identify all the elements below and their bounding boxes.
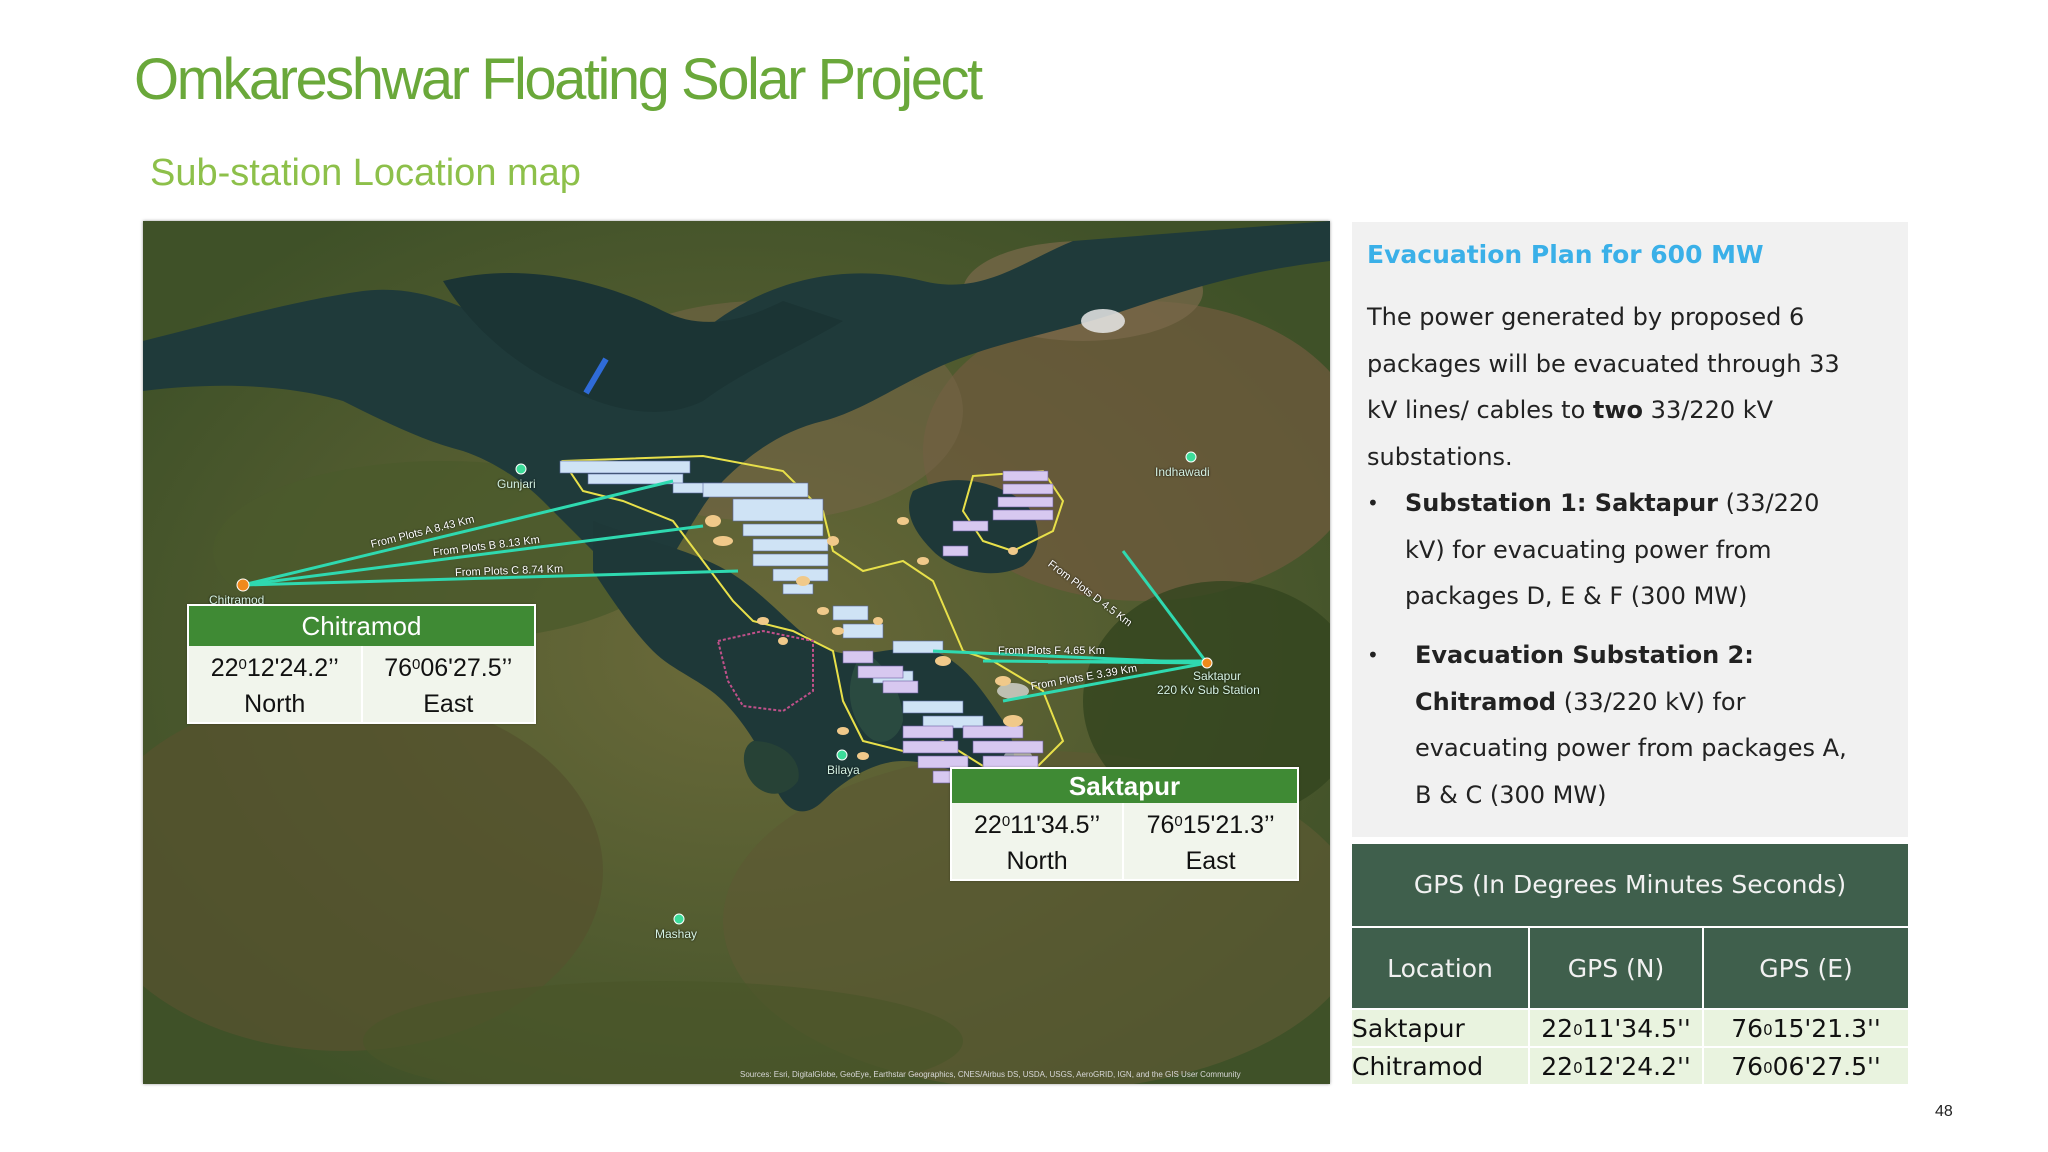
- table-row: Chitramod 22 0 12'24.2'' 76 0 06'27.5'': [1352, 1048, 1908, 1084]
- saktapur-lat-dir: North: [952, 843, 1125, 879]
- bullet-substation-1: • Substation 1: Saktapur (33/220 kV) for…: [1367, 480, 1907, 630]
- page-number: 48: [1935, 1103, 1953, 1120]
- substation-location-map: Gunjari Indhawadi Chitramod Saktapur 220…: [143, 221, 1330, 1084]
- place-gunjari: Gunjari: [497, 477, 536, 491]
- cell-gps-e: 76 0 15'21.3'': [1704, 1010, 1908, 1046]
- bullet-dot: •: [1367, 643, 1379, 667]
- evacuation-plan-panel: Evacuation Plan for 600 MW The power gen…: [1352, 222, 1908, 837]
- evacuation-intro: The power generated by proposed 6 packag…: [1367, 303, 1840, 471]
- place-mashay: Mashay: [655, 927, 698, 941]
- chitramod-lat-dir: North: [189, 686, 363, 722]
- page-title: Omkareshwar Floating Solar Project: [134, 47, 983, 112]
- evacuation-heading: Evacuation Plan for 600 MW: [1367, 240, 1764, 269]
- chitramod-box-title: Chitramod: [189, 606, 534, 646]
- cell-location: Saktapur: [1352, 1010, 1528, 1046]
- chitramod-lon-dir: East: [361, 686, 534, 722]
- header-location: Location: [1352, 928, 1528, 1008]
- bullet-substation-2: • Evacuation Substation 2: Chitramod (33…: [1367, 632, 1907, 832]
- line-label-f: From Plots F 4.65 Km: [998, 645, 1105, 657]
- saktapur-lat: 22011'34.5’’: [952, 803, 1125, 843]
- place-saktapur: Saktapur: [1193, 669, 1242, 683]
- gps-table-caption: GPS (In Degrees Minutes Seconds): [1352, 844, 1908, 926]
- bullet-dot: •: [1367, 491, 1379, 515]
- cell-location: Chitramod: [1352, 1048, 1528, 1084]
- table-row: Saktapur 22 0 11'34.5'' 76 0 15'21.3'': [1352, 1010, 1908, 1046]
- cell-gps-n: 22 0 12'24.2'': [1530, 1048, 1702, 1084]
- header-gps-e: GPS (E): [1704, 928, 1908, 1008]
- page-subtitle: Sub-station Location map: [150, 152, 581, 194]
- place-saktapur-substation: 220 Kv Sub Station: [1157, 683, 1260, 697]
- map-attribution: Sources: Esri, DigitalGlobe, GeoEye, Ear…: [740, 1070, 1241, 1079]
- saktapur-box-title: Saktapur: [952, 769, 1297, 803]
- cell-gps-e: 76 0 06'27.5'': [1704, 1048, 1908, 1084]
- gps-table: GPS (In Degrees Minutes Seconds) Locatio…: [1352, 844, 1908, 1084]
- saktapur-lon-dir: East: [1123, 843, 1297, 879]
- gps-table-header: Location GPS (N) GPS (E): [1352, 928, 1908, 1008]
- header-gps-n: GPS (N): [1530, 928, 1702, 1008]
- chitramod-lon: 76006'27.5’’: [361, 646, 534, 686]
- saktapur-coordinates-box: Saktapur 22011'34.5’’ 76015'21.3’’ North…: [950, 767, 1299, 881]
- place-indhawadi: Indhawadi: [1155, 465, 1210, 479]
- cell-gps-n: 22 0 11'34.5'': [1530, 1010, 1702, 1046]
- saktapur-lon: 76015'21.3’’: [1123, 803, 1297, 843]
- chitramod-coordinates-box: Chitramod 22012'24.2’’ 76006'27.5’’ Nort…: [187, 604, 536, 724]
- place-bilaya: Bilaya: [827, 763, 860, 777]
- chitramod-lat: 22012'24.2’’: [189, 646, 363, 686]
